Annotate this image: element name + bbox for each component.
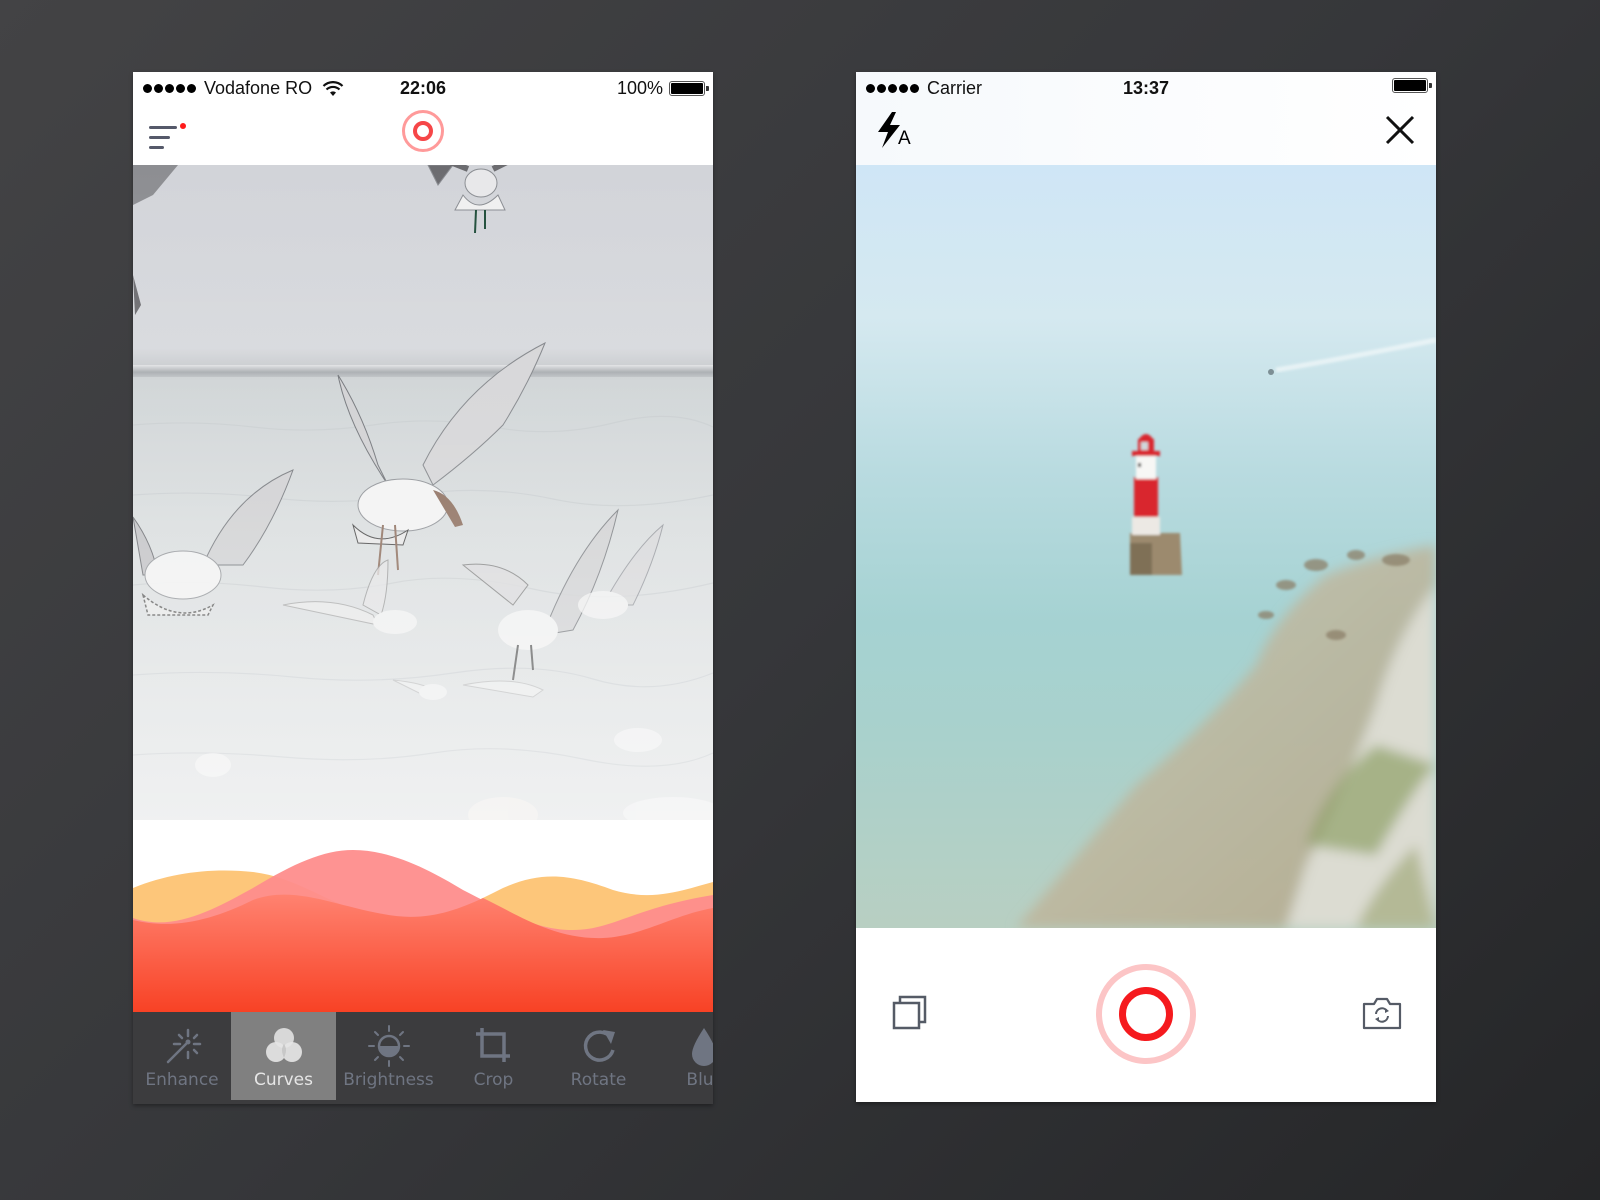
photo-editor-screen: Vodafone RO 22:06 100% Enhance Curves Br… xyxy=(133,72,713,1104)
tab-label: Rotate xyxy=(570,1070,627,1090)
battery-icon xyxy=(669,81,709,96)
rotate-icon xyxy=(583,1030,615,1062)
battery-icon xyxy=(1392,78,1432,93)
tab-label: Brightness xyxy=(343,1070,434,1090)
edit-toolbar: Enhance Curves Brightness Crop Rotate Bl… xyxy=(133,1012,713,1104)
shutter-button[interactable] xyxy=(1096,964,1196,1064)
lighthouse xyxy=(1130,434,1182,575)
tab-curves[interactable]: Curves xyxy=(231,1012,336,1100)
hamburger-menu-icon[interactable] xyxy=(149,116,189,152)
close-icon[interactable] xyxy=(1384,114,1416,146)
curves-waves xyxy=(133,850,713,1012)
blur-drop-icon xyxy=(691,1028,713,1066)
tab-crop[interactable]: Crop xyxy=(441,1012,546,1100)
seagulls-photo xyxy=(133,165,713,820)
flip-camera-icon[interactable] xyxy=(1362,996,1402,1030)
magic-wand-icon xyxy=(166,1028,202,1064)
nav-bar xyxy=(133,104,713,165)
tab-blur[interactable]: Blur xyxy=(651,1012,713,1100)
curves-panel[interactable] xyxy=(133,820,713,1012)
app-logo-icon xyxy=(402,110,444,152)
crop-icon xyxy=(475,1028,510,1062)
seagulls-illustration xyxy=(133,165,713,820)
brightness-sun-icon xyxy=(367,1025,410,1067)
tab-label: Enhance xyxy=(145,1070,219,1090)
tab-label: Curves xyxy=(253,1070,313,1090)
flash-auto-icon[interactable]: A xyxy=(874,112,918,152)
camera-viewfinder[interactable] xyxy=(856,165,1436,928)
camera-controls xyxy=(856,928,1436,1102)
status-time: 13:37 xyxy=(1122,78,1170,98)
status-bar-right: 100% xyxy=(616,78,709,99)
tab-rotate[interactable]: Rotate xyxy=(546,1012,651,1100)
status-bar: Carrier 13:37 xyxy=(856,72,1436,104)
tab-label: Crop xyxy=(473,1070,514,1090)
status-bar-right xyxy=(1392,78,1432,93)
tab-label: Blur xyxy=(686,1070,713,1090)
color-circles-icon xyxy=(265,1028,302,1062)
battery-percent: 100% xyxy=(616,78,663,98)
gallery-stack-icon[interactable] xyxy=(892,994,928,1030)
camera-top-bar: Carrier 13:37 A xyxy=(856,72,1436,165)
shutter-inner-ring xyxy=(1119,987,1173,1041)
tab-brightness[interactable]: Brightness xyxy=(336,1012,441,1100)
flash-mode-label: A xyxy=(898,128,911,149)
status-bar: Vodafone RO 22:06 100% xyxy=(133,72,713,104)
camera-screen: Carrier 13:37 A xyxy=(856,72,1436,1102)
lighthouse-scene xyxy=(1016,337,1436,928)
tab-enhance[interactable]: Enhance xyxy=(133,1012,231,1100)
notification-dot-icon xyxy=(180,123,186,129)
